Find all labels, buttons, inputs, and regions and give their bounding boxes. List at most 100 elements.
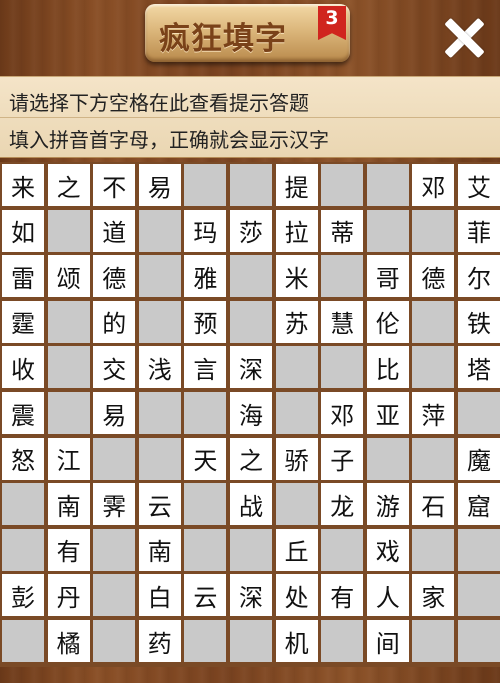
grid-cell[interactable]: 不 <box>93 164 136 206</box>
blocked-cell <box>47 392 90 434</box>
grid-cell[interactable]: 子 <box>321 437 364 480</box>
hint-line-2: 填入拼音首字母，正确就会显示汉字 <box>9 128 329 152</box>
grid-cell[interactable]: 丘 <box>275 528 318 571</box>
blocked-cell <box>93 574 136 617</box>
grid-cell[interactable]: 蒂 <box>321 209 364 252</box>
grid-cell[interactable]: 龙 <box>321 483 364 526</box>
grid-cell[interactable]: 人 <box>366 574 409 617</box>
grid-cell[interactable]: 的 <box>93 300 136 343</box>
grid-cell[interactable]: 雷 <box>2 255 44 298</box>
grid-cell[interactable]: 游 <box>366 483 409 526</box>
blocked-cell <box>138 300 181 343</box>
grid-cell[interactable]: 石 <box>412 483 455 526</box>
grid-cell[interactable]: 邓 <box>321 392 364 434</box>
blocked-cell <box>321 620 364 662</box>
grid-cell[interactable]: 收 <box>2 346 44 389</box>
blocked-cell <box>138 437 181 480</box>
grid-cell[interactable]: 处 <box>275 574 318 617</box>
grid-cell[interactable]: 之 <box>47 164 90 206</box>
grid-cell[interactable]: 米 <box>275 255 318 298</box>
grid-cell[interactable]: 有 <box>47 528 90 571</box>
grid-cell[interactable]: 莎 <box>230 209 272 252</box>
hint-panel: 请选择下方空格在此查看提示答题 填入拼音首字母，正确就会显示汉字 <box>0 76 500 158</box>
grid-cell[interactable]: 尔 <box>458 255 500 298</box>
grid-cell[interactable]: 塔 <box>458 346 500 389</box>
grid-cell[interactable]: 机 <box>275 620 318 662</box>
grid-cell[interactable]: 道 <box>93 209 136 252</box>
grid-cell[interactable]: 骄 <box>275 437 318 480</box>
grid-cell[interactable]: 预 <box>184 300 227 343</box>
grid-cell[interactable]: 窟 <box>458 483 500 526</box>
blocked-cell <box>230 255 272 298</box>
grid-cell[interactable]: 如 <box>2 209 44 252</box>
blocked-cell <box>184 392 227 434</box>
grid-cell[interactable]: 雅 <box>184 255 227 298</box>
grid-cell[interactable]: 战 <box>230 483 272 526</box>
grid-cell[interactable]: 魔 <box>458 437 500 480</box>
grid-cell[interactable]: 菲 <box>458 209 500 252</box>
blocked-cell <box>230 164 272 206</box>
hint-line-1: 请选择下方空格在此查看提示答题 <box>9 91 309 115</box>
grid-cell[interactable]: 艾 <box>458 164 500 206</box>
grid-cell[interactable]: 德 <box>93 255 136 298</box>
grid-cell[interactable]: 交 <box>93 346 136 389</box>
grid-cell[interactable]: 海 <box>230 392 272 434</box>
blocked-cell <box>47 300 90 343</box>
grid-cell[interactable]: 亚 <box>366 392 409 434</box>
grid-cell[interactable]: 言 <box>184 346 227 389</box>
grid-cell[interactable]: 霆 <box>2 300 44 343</box>
grid-cell[interactable]: 云 <box>184 574 227 617</box>
grid-cell[interactable]: 拉 <box>275 209 318 252</box>
grid-cell[interactable]: 南 <box>138 528 181 571</box>
grid-cell[interactable]: 伦 <box>366 300 409 343</box>
grid-cell[interactable]: 白 <box>138 574 181 617</box>
blocked-cell <box>47 346 90 389</box>
blocked-cell <box>138 392 181 434</box>
blocked-cell <box>2 620 44 662</box>
grid-cell[interactable]: 哥 <box>366 255 409 298</box>
blocked-cell <box>321 164 364 206</box>
grid-cell[interactable]: 云 <box>138 483 181 526</box>
grid-cell[interactable]: 易 <box>93 392 136 434</box>
grid-cell[interactable]: 彭 <box>2 574 44 617</box>
grid-cell[interactable]: 萍 <box>412 392 455 434</box>
grid-cell[interactable]: 震 <box>2 392 44 434</box>
blocked-cell <box>412 437 455 480</box>
grid-cell[interactable]: 比 <box>366 346 409 389</box>
grid-cell[interactable]: 铁 <box>458 300 500 343</box>
grid-cell[interactable]: 南 <box>47 483 90 526</box>
grid-cell[interactable]: 提 <box>275 164 318 206</box>
grid-cell[interactable]: 之 <box>230 437 272 480</box>
grid-cell[interactable]: 来 <box>2 164 44 206</box>
grid-cell[interactable]: 深 <box>230 574 272 617</box>
blocked-cell <box>412 620 455 662</box>
blocked-cell <box>458 620 500 662</box>
close-icon[interactable] <box>442 16 486 60</box>
grid-cell[interactable]: 浅 <box>138 346 181 389</box>
blocked-cell <box>412 346 455 389</box>
blocked-cell <box>366 437 409 480</box>
grid-cell[interactable]: 戏 <box>366 528 409 571</box>
grid-cell[interactable]: 易 <box>138 164 181 206</box>
grid-cell[interactable]: 邓 <box>412 164 455 206</box>
grid-cell[interactable]: 间 <box>366 620 409 662</box>
grid-cell[interactable]: 有 <box>321 574 364 617</box>
grid-cell[interactable]: 颂 <box>47 255 90 298</box>
grid-cell[interactable]: 天 <box>184 437 227 480</box>
grid-cell[interactable]: 德 <box>412 255 455 298</box>
grid-cell[interactable]: 慧 <box>321 300 364 343</box>
blocked-cell <box>412 300 455 343</box>
blocked-cell <box>2 483 44 526</box>
blocked-cell <box>458 392 500 434</box>
grid-cell[interactable]: 江 <box>47 437 90 480</box>
blocked-cell <box>93 528 136 571</box>
grid-cell[interactable]: 霁 <box>93 483 136 526</box>
grid-cell[interactable]: 药 <box>138 620 181 662</box>
grid-cell[interactable]: 橘 <box>47 620 90 662</box>
grid-cell[interactable]: 丹 <box>47 574 90 617</box>
grid-cell[interactable]: 玛 <box>184 209 227 252</box>
grid-cell[interactable]: 怒 <box>2 437 44 480</box>
grid-cell[interactable]: 苏 <box>275 300 318 343</box>
grid-cell[interactable]: 家 <box>412 574 455 617</box>
grid-cell[interactable]: 深 <box>230 346 272 389</box>
